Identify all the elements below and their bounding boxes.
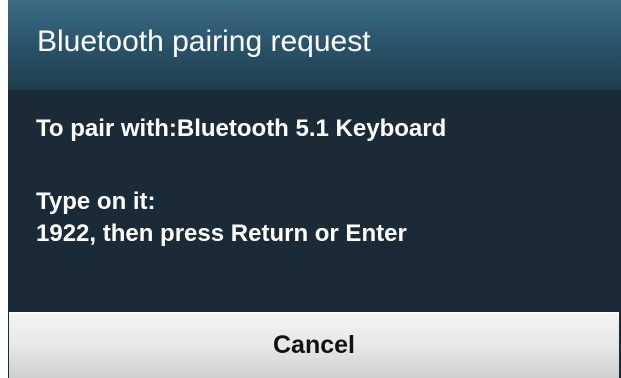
- dialog-titlebar: Bluetooth pairing request: [8, 0, 621, 90]
- cancel-button[interactable]: Cancel: [9, 312, 619, 378]
- cancel-button-label: Cancel: [273, 331, 355, 359]
- pair-with-text: To pair with:Bluetooth 5.1 Keyboard: [36, 115, 447, 142]
- pairing-code-text: 1922, then press Return or Enter: [36, 220, 407, 247]
- dialog-body: To pair with:Bluetooth 5.1 Keyboard Type…: [8, 90, 621, 310]
- dialog-title: Bluetooth pairing request: [37, 25, 371, 58]
- dialog-footer: Cancel: [8, 310, 621, 378]
- bluetooth-pairing-dialog: Bluetooth pairing request To pair with:B…: [8, 0, 621, 378]
- instruction-text: Type on it:: [36, 188, 156, 215]
